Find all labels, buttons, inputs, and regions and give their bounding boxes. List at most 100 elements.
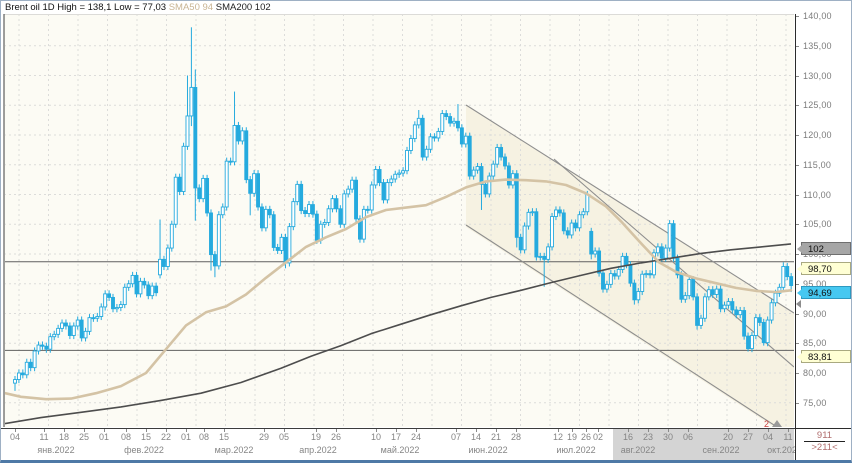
candle-body — [131, 275, 134, 283]
candle-body — [14, 380, 17, 384]
candle-body — [166, 248, 169, 266]
candle-body — [335, 199, 338, 209]
price-tickmark — [796, 105, 799, 106]
candle-body — [45, 346, 48, 349]
candle-body — [398, 173, 401, 174]
candle-body — [707, 290, 710, 297]
candle-body — [441, 114, 444, 132]
candle-body — [53, 334, 56, 336]
candle-body — [649, 274, 652, 275]
trendline-end-marker[interactable]: 2 — [764, 419, 782, 429]
candle-body — [629, 265, 632, 283]
candle-body — [92, 318, 95, 319]
candle-body — [80, 320, 83, 338]
candle-body — [547, 247, 550, 259]
candlestick-chart[interactable] — [1, 1, 852, 463]
candle-body — [194, 87, 197, 188]
candle-body — [49, 337, 52, 349]
price-tick-label: 135,00 — [803, 41, 832, 51]
candle-body — [257, 174, 260, 207]
candle-body — [613, 274, 616, 276]
candle-body — [453, 121, 456, 123]
price-tickmark — [796, 373, 799, 374]
candle-body — [496, 147, 499, 164]
price-tag-98_70: 98,70 — [801, 262, 851, 275]
candle-body — [100, 307, 103, 317]
candle-body — [61, 323, 64, 328]
candle-body — [747, 336, 750, 348]
month-label: фев.2022 — [124, 445, 164, 455]
candle-body — [602, 273, 605, 289]
candle-body — [135, 275, 138, 293]
candle-body — [645, 274, 648, 275]
candle-body — [437, 131, 440, 138]
date-tick-label: 28 — [511, 432, 521, 442]
candle-body — [202, 178, 205, 198]
candle-body — [566, 231, 569, 235]
candle-body — [492, 164, 495, 176]
candle-body — [562, 213, 565, 231]
candle-body — [304, 211, 307, 214]
date-tick-label: 06 — [683, 432, 693, 442]
candle-body — [711, 290, 714, 295]
candle-body — [292, 202, 295, 227]
candle-body — [476, 167, 479, 171]
axis-corner-cell: 911 >211< — [795, 428, 852, 461]
price-axis[interactable]: 140,00135,00130,00125,00120,00115,00110,… — [795, 1, 852, 428]
tag-pointer-icon — [797, 353, 802, 361]
month-label: окт.202 — [767, 445, 795, 455]
date-tick-label: 25 — [79, 432, 89, 442]
candle-body — [308, 205, 311, 214]
price-tickmark — [796, 46, 799, 47]
month-label: янв.2022 — [37, 445, 74, 455]
candle-body — [159, 259, 162, 274]
candle-body — [774, 293, 777, 303]
candle-body — [507, 166, 510, 185]
candle-body — [433, 137, 436, 138]
date-tick-label: 14 — [471, 432, 481, 442]
candle-body — [688, 280, 691, 296]
candle-body — [617, 269, 620, 276]
candle-body — [21, 373, 24, 375]
candle-body — [57, 328, 60, 334]
candle-body — [225, 161, 228, 207]
date-tick-label: 08 — [121, 432, 131, 442]
candle-body — [229, 161, 232, 162]
corner-value-top: 911 — [796, 430, 852, 441]
date-tick-label: 11 — [783, 432, 792, 442]
chart-title: Brent oil 1D High = 138,1 Low = 77,03 SM… — [1, 1, 798, 14]
candle-body — [355, 180, 358, 219]
date-tick-label: 17 — [391, 432, 401, 442]
candle-body — [445, 114, 448, 117]
candle-body — [668, 224, 671, 248]
candle-body — [641, 274, 644, 291]
price-tick-label: 140,00 — [803, 11, 832, 21]
candle-body — [182, 146, 185, 191]
candle-body — [190, 87, 193, 116]
candle-body — [586, 195, 589, 212]
date-tick-label: 10 — [371, 432, 381, 442]
candle-body — [245, 131, 248, 180]
candle-body — [609, 274, 612, 285]
candle-body — [198, 188, 201, 199]
candle-body — [96, 316, 99, 318]
candle-body — [468, 136, 471, 176]
candle-body — [409, 139, 412, 151]
tag-pointer-icon — [797, 245, 802, 253]
time-axis[interactable]: 0411182501081522010815290519261017240714… — [1, 428, 795, 461]
candle-body — [735, 310, 738, 315]
date-tick-label: 05 — [279, 432, 289, 442]
candle-body — [727, 302, 730, 306]
candle-body — [260, 207, 263, 228]
candle-body — [112, 297, 115, 308]
candle-body — [370, 185, 373, 210]
candle-body — [217, 215, 220, 266]
month-label: сен.2022 — [703, 445, 740, 455]
candle-body — [88, 318, 91, 332]
price-tickmark — [796, 76, 799, 77]
date-tick-label: 20 — [723, 432, 733, 442]
candle-body — [786, 266, 789, 276]
date-tick-label: 08 — [199, 432, 209, 442]
line-end-arrow-icon — [796, 300, 801, 308]
price-tick-label: 90,00 — [803, 309, 827, 319]
